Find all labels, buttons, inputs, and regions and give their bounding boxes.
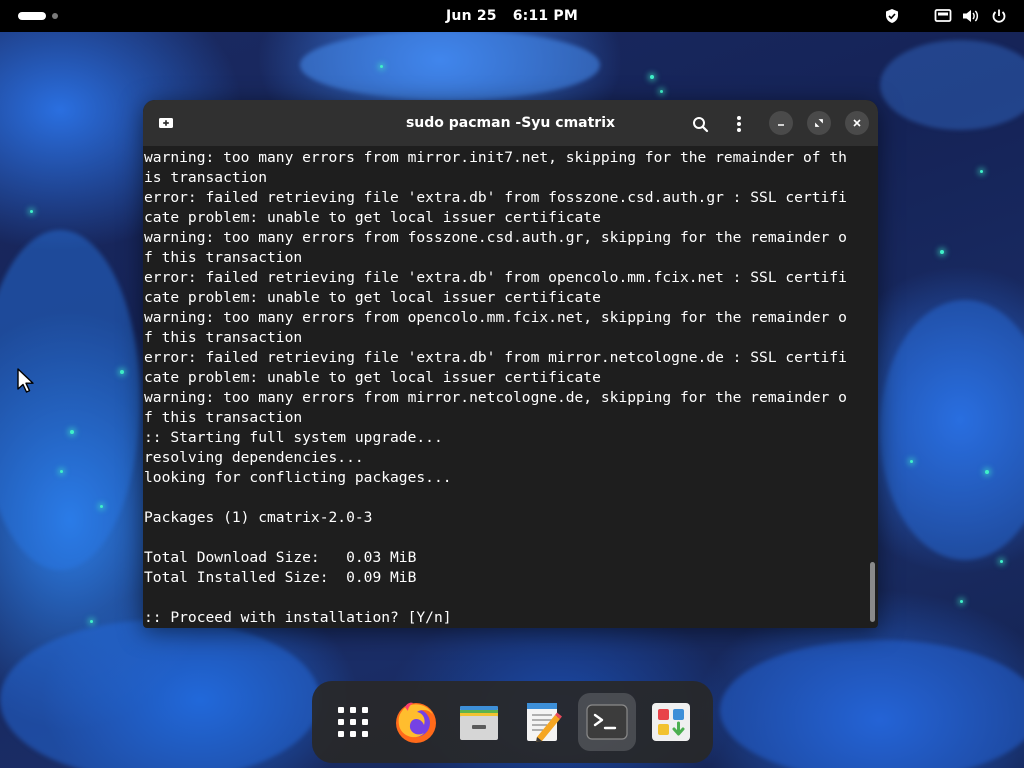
terminal-line: warning: too many errors from mirror.net…: [144, 389, 847, 406]
minimize-icon[interactable]: [769, 111, 793, 135]
terminal-output[interactable]: warning: too many errors from mirror.ini…: [144, 148, 868, 628]
wallpaper-sparkle: [980, 170, 983, 173]
dock: [312, 681, 713, 763]
wallpaper-sparkle: [940, 250, 944, 254]
wallpaper-sparkle: [380, 65, 383, 68]
terminal-line: Packages (1) cmatrix-2.0-3: [144, 509, 373, 526]
terminal-line: Total Download Size: 0.03 MiB: [144, 549, 417, 566]
close-icon[interactable]: [845, 111, 869, 135]
terminal-line: cate problem: unable to get local issuer…: [144, 209, 601, 226]
network-icon[interactable]: [934, 0, 952, 32]
terminal-line: error: failed retrieving file 'extra.db'…: [144, 269, 847, 286]
wallpaper-sparkle: [90, 620, 93, 623]
terminal-line: cate problem: unable to get local issuer…: [144, 369, 601, 386]
terminal-line: resolving dependencies...: [144, 449, 364, 466]
wallpaper-sparkle: [985, 470, 989, 474]
terminal-line: :: Proceed with installation? [Y/n]: [144, 609, 452, 626]
terminal-line: :: Starting full system upgrade...: [144, 429, 443, 446]
wallpaper-sparkle: [910, 460, 913, 463]
volume-icon[interactable]: [962, 0, 980, 32]
software-icon[interactable]: [642, 693, 700, 751]
wallpaper-blob: [0, 230, 140, 570]
workspace-indicator-active: [18, 12, 46, 20]
wallpaper-sparkle: [120, 370, 124, 374]
terminal-line: warning: too many errors from opencolo.m…: [144, 309, 847, 326]
workspace-indicator: [52, 13, 58, 19]
clock-time: 6:11 PM: [512, 8, 578, 24]
wallpaper-sparkle: [1000, 560, 1003, 563]
window-titlebar[interactable]: [143, 100, 878, 146]
shield-icon[interactable]: [884, 0, 900, 32]
wallpaper-sparkle: [960, 600, 963, 603]
terminal-line: error: failed retrieving file 'extra.db'…: [144, 189, 847, 206]
power-icon[interactable]: [991, 0, 1007, 32]
wallpaper-sparkle: [60, 470, 63, 473]
terminal-window[interactable]: sudo pacman -Syu cmatrix warning: too ma…: [143, 100, 878, 628]
text-editor-icon[interactable]: [514, 693, 572, 751]
terminal-icon[interactable]: [578, 693, 636, 751]
terminal-line: cate problem: unable to get local issuer…: [144, 289, 601, 306]
search-icon[interactable]: [689, 113, 711, 135]
terminal-line: error: failed retrieving file 'extra.db'…: [144, 349, 847, 366]
wallpaper-blob: [880, 300, 1024, 560]
clock[interactable]: Jun 25 6:11 PM: [0, 0, 1024, 32]
files-icon[interactable]: [450, 693, 508, 751]
wallpaper-sparkle: [660, 90, 663, 93]
terminal-line: Total Installed Size: 0.09 MiB: [144, 569, 417, 586]
activities-button[interactable]: [18, 12, 58, 20]
terminal-line: warning: too many errors from fosszone.c…: [144, 229, 847, 246]
new-tab-icon[interactable]: [156, 113, 176, 133]
terminal-line: f this transaction: [144, 409, 303, 426]
terminal-scrollbar[interactable]: [870, 562, 875, 622]
terminal-line: f this transaction: [144, 329, 303, 346]
menu-icon[interactable]: [729, 113, 749, 135]
maximize-icon[interactable]: [807, 111, 831, 135]
app-grid-icon[interactable]: [324, 693, 382, 751]
terminal-line: f this transaction: [144, 249, 303, 266]
top-bar: Jun 25 6:11 PM: [0, 0, 1024, 32]
wallpaper-sparkle: [650, 75, 654, 79]
wallpaper-sparkle: [70, 430, 74, 434]
clock-date: Jun 25: [446, 8, 497, 24]
wallpaper-blob: [880, 40, 1024, 130]
wallpaper-blob: [300, 30, 600, 100]
terminal-line: warning: too many errors from mirror.ini…: [144, 149, 847, 166]
mouse-cursor-icon: [16, 368, 36, 398]
terminal-line: looking for conflicting packages...: [144, 469, 452, 486]
terminal-line: is transaction: [144, 169, 268, 186]
wallpaper-sparkle: [30, 210, 33, 213]
wallpaper-blob: [720, 640, 1024, 768]
wallpaper-blob: [0, 620, 320, 768]
wallpaper-sparkle: [100, 505, 103, 508]
firefox-icon[interactable]: [387, 693, 445, 751]
